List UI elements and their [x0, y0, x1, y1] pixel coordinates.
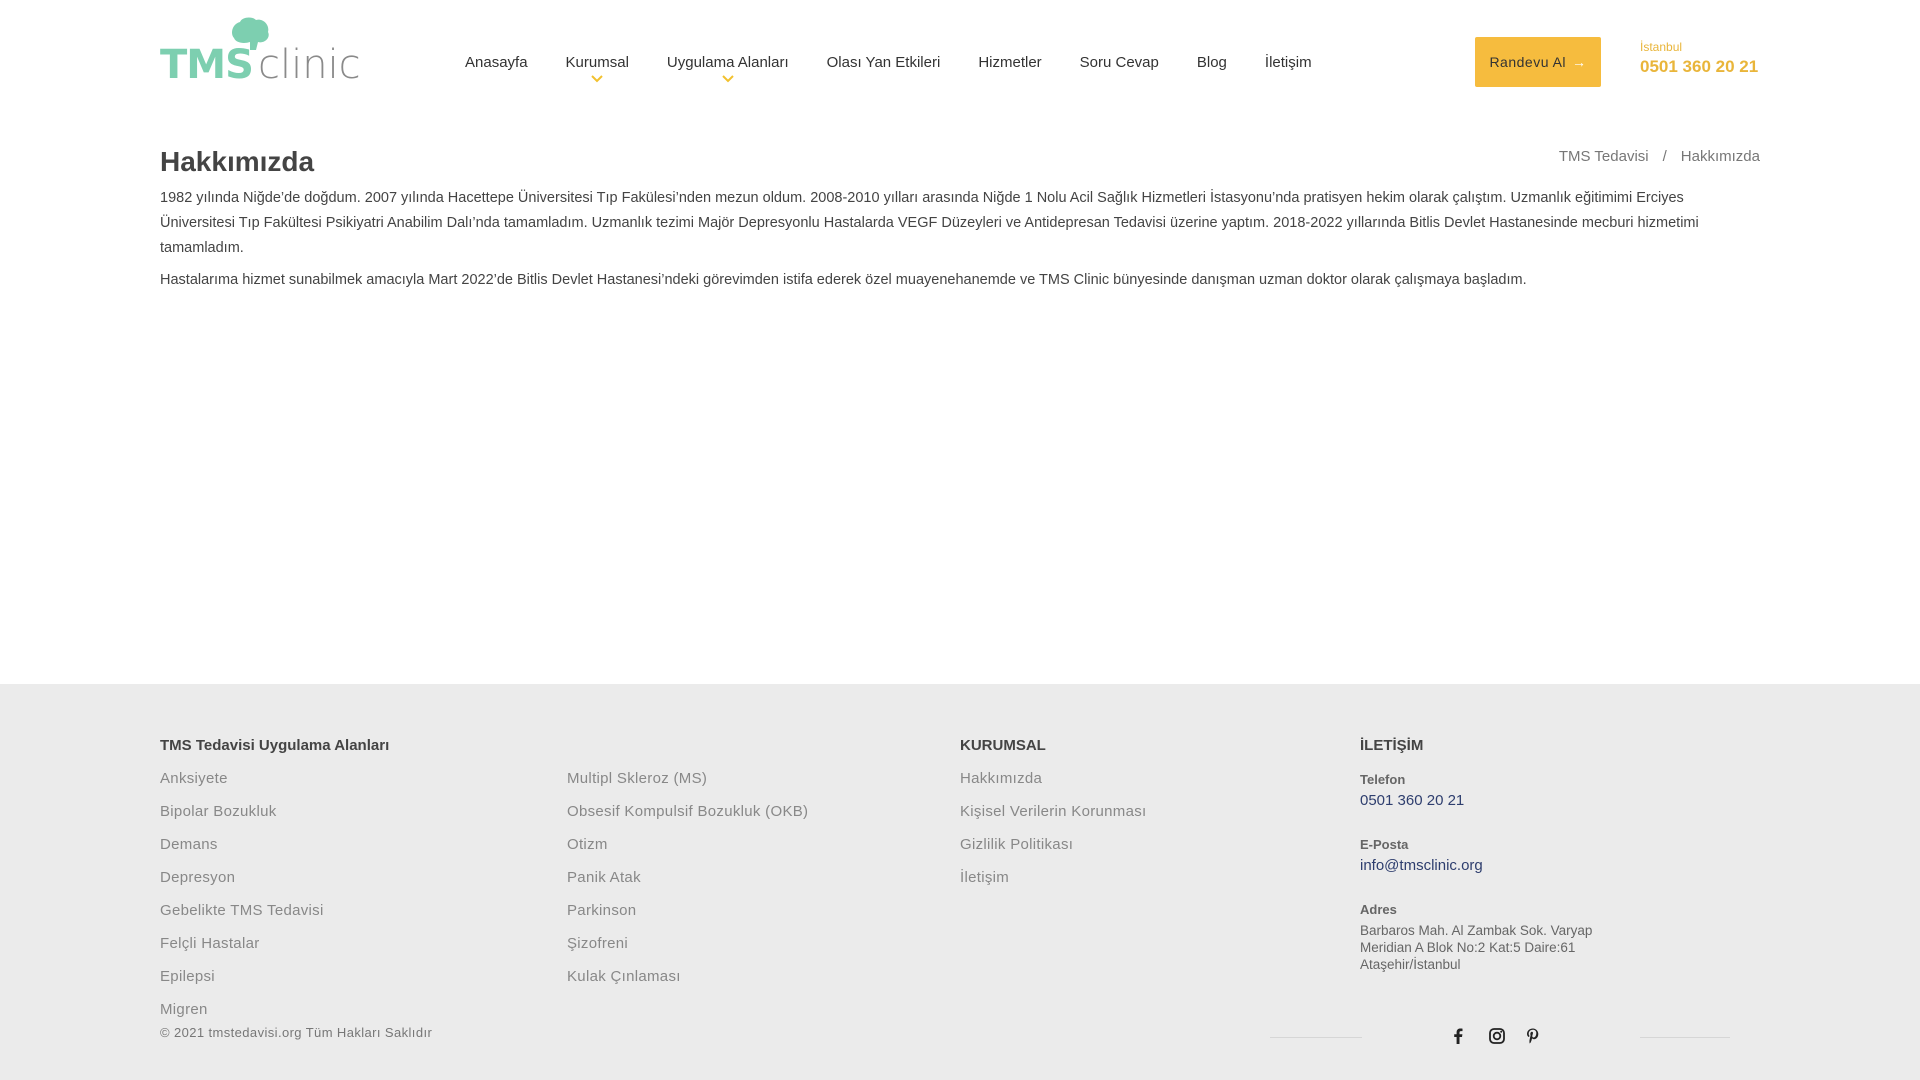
- nav-hizmetler[interactable]: Hizmetler: [978, 54, 1041, 71]
- breadcrumb-current: Hakkımızda: [1680, 148, 1760, 165]
- nav-iletisim[interactable]: İletişim: [1265, 54, 1312, 71]
- pinterest-icon[interactable]: [1523, 1026, 1543, 1046]
- appointment-button-label: Randevu Al: [1489, 54, 1567, 70]
- contact-email-value[interactable]: info@tmsclinic.org: [1360, 857, 1483, 874]
- nav-label: Uygulama Alanları: [666, 54, 789, 71]
- nav-label: İletişim: [1264, 54, 1312, 71]
- about-paragraph: 1982 yılında Niğde’de doğdum. 2007 yılın…: [160, 190, 1699, 256]
- nav-label: Hizmetler: [978, 54, 1042, 71]
- header-phone[interactable]: İstanbul 0501 360 20 21: [1640, 40, 1758, 77]
- phone-number[interactable]: 0501 360 20 21: [1640, 57, 1758, 77]
- chevron-down-icon: [591, 75, 603, 83]
- about-content: 1982 yılında Niğde’de doğdum. 2007 yılın…: [160, 186, 1760, 300]
- footer-link[interactable]: Otizm: [567, 835, 808, 868]
- nav-kurumsal[interactable]: Kurumsal: [565, 54, 629, 83]
- footer-link[interactable]: Panik Atak: [567, 868, 808, 901]
- footer-link[interactable]: Gebelikte TMS Tedavisi: [160, 901, 324, 934]
- footer-link[interactable]: Parkinson: [567, 901, 808, 934]
- footer-corporate-list: Hakkımızda Kişisel Verilerin Korunması G…: [960, 769, 1147, 901]
- site-header: TMS clinic Anasayfa Kurumsal Uygulama Al…: [0, 0, 1920, 130]
- breadcrumb: TMS Tedavisi / Hakkımızda: [1559, 148, 1760, 165]
- footer-link[interactable]: Bipolar Bozukluk: [160, 802, 324, 835]
- logo-tms-text: TMS: [160, 42, 254, 88]
- arrow-right-icon: →: [1572, 54, 1587, 70]
- contact-phone-value[interactable]: 0501 360 20 21: [1360, 792, 1464, 809]
- tms-clinic-logo[interactable]: TMS clinic: [160, 16, 361, 88]
- nav-uygulama-alanlari[interactable]: Uygulama Alanları: [666, 54, 789, 83]
- footer-link[interactable]: İletişim: [960, 868, 1147, 901]
- nav-label: Olası Yan Etkileri: [826, 54, 941, 71]
- nav-blog[interactable]: Blog: [1197, 54, 1227, 71]
- footer-contact-title: İLETİŞİM: [1360, 737, 1424, 754]
- nav-anasayfa[interactable]: Anasayfa: [465, 54, 528, 71]
- page-title: Hakkımızda: [160, 146, 315, 177]
- instagram-icon[interactable]: [1487, 1026, 1507, 1046]
- nav-label: Anasayfa: [465, 54, 528, 71]
- footer-link[interactable]: Demans: [160, 835, 324, 868]
- footer-areas-list-1: Anksiyete Bipolar Bozukluk Demans Depres…: [160, 769, 324, 1033]
- main-nav: Anasayfa Kurumsal Uygulama Alanları Olas…: [465, 54, 1350, 83]
- breadcrumb-separator: /: [1662, 148, 1667, 165]
- footer-link[interactable]: Anksiyete: [160, 769, 324, 802]
- footer-link[interactable]: Epilepsi: [160, 967, 324, 1000]
- nav-olasi-yan-etkileri[interactable]: Olası Yan Etkileri: [827, 54, 941, 71]
- footer-link[interactable]: Kişisel Verilerin Korunması: [960, 802, 1147, 835]
- contact-address-label: Adres: [1360, 902, 1397, 917]
- chevron-down-icon: [722, 75, 734, 83]
- footer-link[interactable]: Obsesif Kompulsif Bozukluk (OKB): [567, 802, 808, 835]
- nav-soru-cevap[interactable]: Soru Cevap: [1080, 54, 1159, 71]
- phone-city: İstanbul: [1640, 40, 1683, 54]
- footer-areas-list-2: Multipl Skleroz (MS) Obsesif Kompulsif B…: [567, 769, 808, 1000]
- social-divider-left: [1270, 1037, 1362, 1038]
- breadcrumb-home[interactable]: TMS Tedavisi: [1559, 148, 1649, 165]
- copyright-text: © 2021 tmstedavisi.org Tüm Hakları Saklı…: [160, 1025, 433, 1040]
- footer-link[interactable]: Felçli Hastalar: [160, 934, 324, 967]
- footer-link[interactable]: Multipl Skleroz (MS): [567, 769, 808, 802]
- footer-link[interactable]: Kulak Çınlaması: [567, 967, 808, 1000]
- nav-label: Kurumsal: [565, 54, 629, 71]
- footer-link[interactable]: Depresyon: [160, 868, 324, 901]
- footer-areas-title: TMS Tedavisi Uygulama Alanları: [160, 737, 390, 754]
- footer-link[interactable]: Hakkımızda: [960, 769, 1147, 802]
- contact-address-value: Barbaros Mah. Al Zambak Sok. Varyap Meri…: [1360, 923, 1593, 972]
- facebook-icon[interactable]: [1448, 1026, 1468, 1046]
- nav-label: Soru Cevap: [1079, 54, 1159, 71]
- footer-corporate-title: KURUMSAL: [960, 737, 1046, 754]
- social-divider-right: [1640, 1037, 1730, 1038]
- footer-link[interactable]: Şizofreni: [567, 934, 808, 967]
- contact-email-label: E-Posta: [1360, 837, 1409, 852]
- footer-link[interactable]: Gizlilik Politikası: [960, 835, 1147, 868]
- logo-clinic-text: clinic: [258, 42, 361, 88]
- appointment-button[interactable]: Randevu Al →: [1475, 37, 1601, 87]
- nav-label: Blog: [1196, 54, 1227, 71]
- contact-phone-label: Telefon: [1360, 772, 1406, 787]
- about-paragraph: Hastalarıma hizmet sunabilmek amacıyla M…: [160, 272, 1527, 288]
